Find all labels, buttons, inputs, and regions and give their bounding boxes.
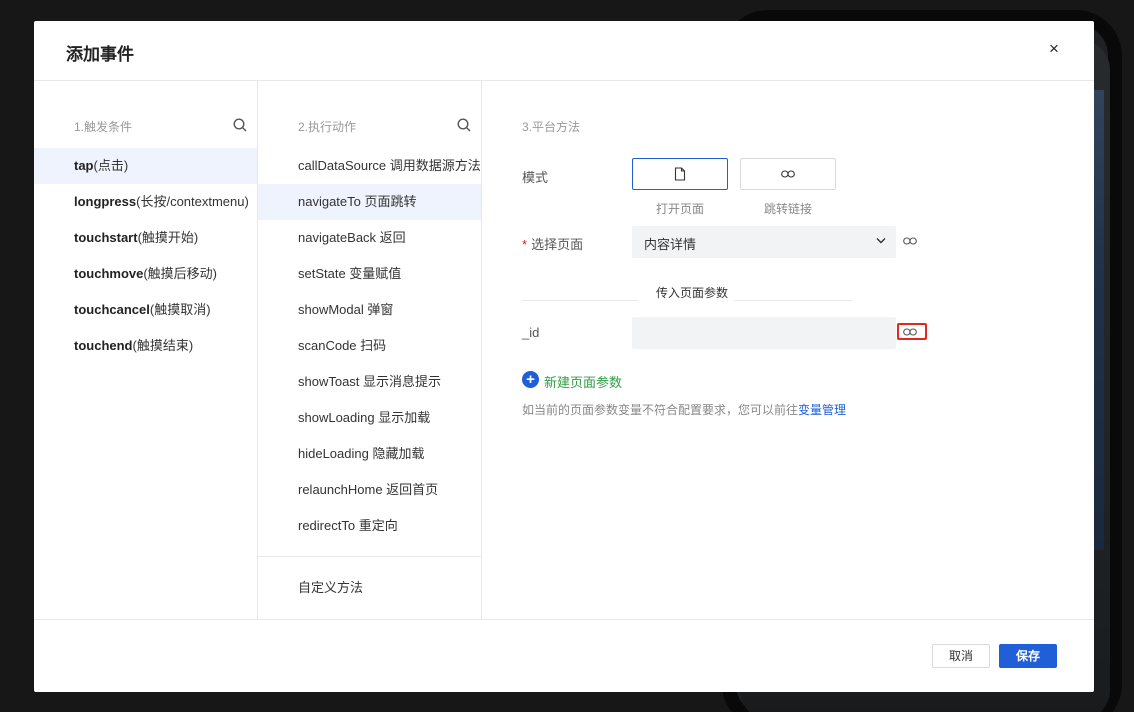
action-item[interactable]: hideLoading 隐藏加载 xyxy=(258,436,481,472)
divider xyxy=(258,556,482,557)
trigger-name: touchend xyxy=(74,338,133,353)
save-button[interactable]: 保存 xyxy=(999,644,1057,668)
trigger-name: touchstart xyxy=(74,230,138,245)
select-page-value: 内容详情 xyxy=(644,237,697,252)
action-item[interactable]: setState 变量赋值 xyxy=(258,256,481,292)
custom-method-item[interactable]: 自定义方法 xyxy=(298,577,363,596)
trigger-name: tap xyxy=(74,158,94,173)
trigger-desc: (长按/contextmenu) xyxy=(136,194,249,209)
link-icon xyxy=(781,170,795,178)
select-page-dropdown[interactable]: 内容详情 xyxy=(632,226,896,258)
trigger-name: touchcancel xyxy=(74,302,150,317)
action-item[interactable]: navigateBack 返回 xyxy=(258,220,481,256)
action-item[interactable]: relaunchHome 返回首页 xyxy=(258,472,481,508)
trigger-desc: (触摸后移动) xyxy=(143,266,218,281)
action-column: 2.执行动作 callDataSource 调用数据源方法 navigateTo… xyxy=(258,81,482,619)
trigger-name: longpress xyxy=(74,194,137,209)
param-id-input[interactable] xyxy=(632,317,896,349)
dialog-header: 添加事件 × xyxy=(34,21,1094,81)
trigger-item[interactable]: touchmove(触摸后移动) xyxy=(34,256,257,292)
page-icon xyxy=(674,167,686,181)
hint-message: 如当前的页面参数变量不符合配置要求，您可以前往 xyxy=(522,403,799,417)
mode-label: 模式 xyxy=(522,170,549,185)
action-item[interactable]: navigateTo 页面跳转 xyxy=(258,184,481,220)
param-name-label: _id xyxy=(522,325,540,340)
mode-open-page-caption: 打开页面 xyxy=(656,202,705,216)
page-params-divider-label: 传入页面参数 xyxy=(655,286,728,300)
search-icon[interactable] xyxy=(233,118,247,132)
add-page-param-label: 新建页面参数 xyxy=(544,375,623,390)
trigger-list: tap(点击) longpress(长按/contextmenu) touchs… xyxy=(34,148,257,364)
trigger-desc: (点击) xyxy=(93,158,129,173)
search-icon[interactable] xyxy=(457,118,471,132)
mode-link-button[interactable] xyxy=(740,158,836,190)
platform-header: 3.平台方法 xyxy=(522,120,581,134)
trigger-item[interactable]: longpress(长按/contextmenu) xyxy=(34,184,257,220)
action-item[interactable]: scanCode 扫码 xyxy=(258,328,481,364)
mode-link-caption: 跳转链接 xyxy=(764,202,813,216)
action-item[interactable]: showModal 弹窗 xyxy=(258,292,481,328)
hint-text: 如当前的页面参数变量不符合配置要求，您可以前往变量管理 xyxy=(522,401,846,418)
divider-left xyxy=(522,300,638,301)
trigger-desc: (触摸开始) xyxy=(137,230,199,245)
chevron-down-icon xyxy=(876,238,886,244)
platform-column: 3.平台方法 模式 打开页面 跳转链接 * 选择页面 内容详情 传入页面参数 _… xyxy=(482,81,1094,619)
trigger-desc: (触摸取消) xyxy=(149,302,211,317)
dialog-footer: 取消 保存 xyxy=(34,619,1094,692)
trigger-item[interactable]: touchend(触摸结束) xyxy=(34,328,257,364)
trigger-item[interactable]: touchcancel(触摸取消) xyxy=(34,292,257,328)
add-event-dialog: 添加事件 × 1.触发条件 tap(点击) longpress(长按/conte… xyxy=(34,21,1094,692)
trigger-item[interactable]: tap(点击) xyxy=(34,148,257,184)
trigger-item[interactable]: touchstart(触摸开始) xyxy=(34,220,257,256)
select-page-label: * 选择页面 xyxy=(522,234,583,253)
variable-management-link[interactable]: 变量管理 xyxy=(798,403,846,417)
divider-right xyxy=(734,300,852,301)
dialog-title: 添加事件 xyxy=(66,45,134,64)
select-page-label-text: 选择页面 xyxy=(531,237,584,252)
trigger-header: 1.触发条件 xyxy=(74,120,133,134)
cancel-button[interactable]: 取消 xyxy=(932,644,990,668)
trigger-name: touchmove xyxy=(74,266,144,281)
dialog-columns: 1.触发条件 tap(点击) longpress(长按/contextmenu)… xyxy=(34,81,1094,619)
param-link-icon[interactable] xyxy=(903,328,917,336)
mode-open-page-button[interactable] xyxy=(632,158,728,190)
action-list: callDataSource 调用数据源方法 navigateTo 页面跳转 n… xyxy=(258,148,481,544)
bind-variable-link-icon[interactable] xyxy=(903,237,917,245)
action-item[interactable]: redirectTo 重定向 xyxy=(258,508,481,544)
action-header: 2.执行动作 xyxy=(298,120,357,134)
required-mark: * xyxy=(522,237,528,252)
action-item[interactable]: showLoading 显示加载 xyxy=(258,400,481,436)
trigger-desc: (触摸结束) xyxy=(132,338,194,353)
trigger-column: 1.触发条件 tap(点击) longpress(长按/contextmenu)… xyxy=(34,81,258,619)
plus-icon: + xyxy=(522,371,539,388)
close-icon[interactable]: × xyxy=(1044,39,1064,59)
action-item[interactable]: callDataSource 调用数据源方法 xyxy=(258,148,481,184)
action-item[interactable]: showToast 显示消息提示 xyxy=(258,364,481,400)
